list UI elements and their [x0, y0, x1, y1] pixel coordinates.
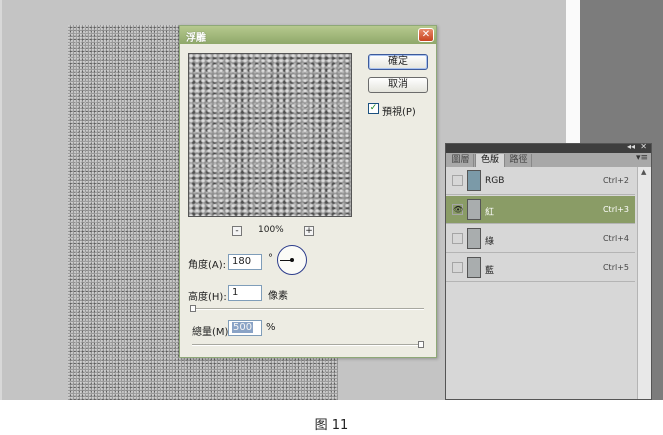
collapse-icon[interactable]: ◂◂: [627, 142, 635, 151]
amount-label: 總量(M): [192, 327, 229, 338]
preview-checkbox[interactable]: ✓: [368, 103, 379, 114]
angle-input[interactable]: 180: [228, 254, 262, 270]
workspace-edge: [0, 0, 2, 400]
angle-dial[interactable]: [277, 245, 307, 275]
zoom-in-button[interactable]: +: [304, 226, 314, 236]
amount-slider-thumb[interactable]: [418, 341, 424, 348]
channel-row-green[interactable]: 綠 Ctrl+4: [446, 225, 635, 253]
filter-preview[interactable]: [188, 53, 352, 217]
visibility-toggle[interactable]: [452, 175, 463, 186]
dialog-titlebar[interactable]: 浮雕 ✕: [180, 26, 436, 44]
height-slider[interactable]: [192, 308, 424, 310]
channel-shortcut: Ctrl+5: [602, 263, 629, 272]
channel-name: 綠: [485, 237, 495, 247]
emboss-dialog: 浮雕 ✕ - 100% + 確定 取消 ✓ 預視(P) 角度(A): 180 °…: [179, 25, 437, 358]
channel-shortcut: Ctrl+3: [602, 205, 629, 214]
angle-label: 角度(A):: [188, 260, 227, 271]
channel-thumbnail: [467, 199, 481, 220]
height-label: 高度(H):: [188, 292, 227, 303]
channel-thumbnail: [467, 170, 481, 191]
channels-panel: ◂◂ ✕ 圖層 色版 路徑 ▾≡ RGB Ctrl+2 👁 紅 Ctrl+3 綠…: [445, 142, 652, 400]
visibility-toggle[interactable]: [452, 233, 463, 244]
height-unit: 像素: [268, 291, 288, 302]
eye-icon[interactable]: 👁: [452, 204, 463, 215]
channel-row-rgb[interactable]: RGB Ctrl+2: [446, 167, 635, 195]
panel-topbar[interactable]: ◂◂ ✕: [446, 142, 651, 153]
ok-button[interactable]: 確定: [368, 54, 428, 70]
scroll-up-icon[interactable]: ▲: [641, 168, 646, 176]
angle-unit: °: [268, 253, 273, 264]
channel-name: RGB: [485, 176, 505, 186]
tab-channels[interactable]: 色版: [475, 154, 505, 167]
channel-thumbnail: [467, 257, 481, 278]
height-input[interactable]: 1: [228, 285, 262, 301]
channel-shortcut: Ctrl+4: [602, 234, 629, 243]
tab-layers[interactable]: 圖層: [448, 154, 474, 167]
amount-input[interactable]: 500: [228, 320, 262, 336]
panel-close-icon[interactable]: ✕: [640, 142, 647, 151]
channel-name: 紅: [485, 208, 495, 218]
cancel-button[interactable]: 取消: [368, 77, 428, 93]
panel-scrollbar[interactable]: ▲: [637, 167, 651, 399]
dialog-title: 浮雕: [186, 33, 206, 44]
channel-thumbnail: [467, 228, 481, 249]
preview-label: 預視(P): [382, 107, 416, 118]
panel-tabbar: 圖層 色版 路徑 ▾≡: [446, 153, 651, 167]
amount-value-selected: 500: [232, 322, 254, 333]
angle-hub: [290, 258, 294, 262]
photoshop-workspace: 浮雕 ✕ - 100% + 確定 取消 ✓ 預視(P) 角度(A): 180 °…: [0, 0, 663, 400]
visibility-toggle[interactable]: [452, 262, 463, 273]
channel-row-red[interactable]: 👁 紅 Ctrl+3: [446, 196, 635, 224]
channel-name: 藍: [485, 266, 495, 276]
amount-slider[interactable]: [192, 344, 424, 346]
figure-caption: 图 11: [314, 418, 349, 433]
zoom-out-button[interactable]: -: [232, 226, 242, 236]
close-button[interactable]: ✕: [418, 28, 434, 42]
channel-row-blue[interactable]: 藍 Ctrl+5: [446, 254, 635, 282]
amount-unit: %: [266, 322, 276, 333]
height-slider-thumb[interactable]: [190, 305, 196, 312]
tab-paths[interactable]: 路徑: [506, 154, 532, 167]
panel-menu-icon[interactable]: ▾≡: [636, 153, 648, 163]
channel-shortcut: Ctrl+2: [602, 176, 629, 185]
zoom-level: 100%: [258, 225, 284, 235]
